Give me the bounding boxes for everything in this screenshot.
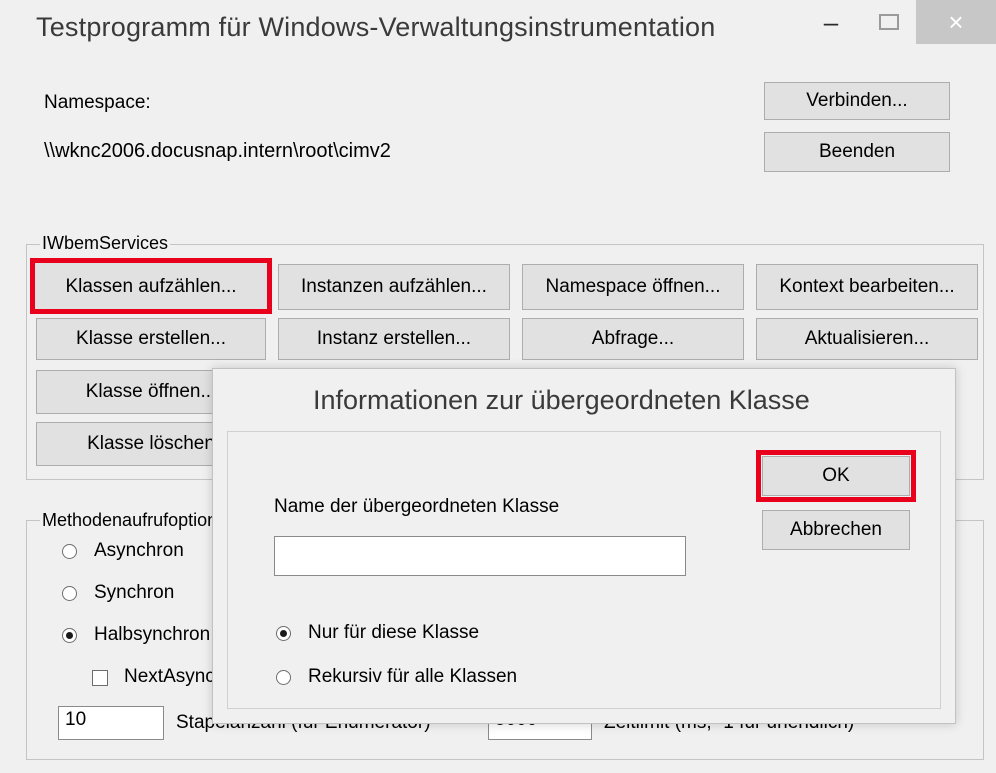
sync-radio[interactable] — [62, 586, 77, 601]
async-radio[interactable] — [62, 544, 77, 559]
sync-label: Synchron — [94, 582, 175, 603]
minimize-button[interactable]: – — [808, 0, 854, 44]
close-button[interactable]: × — [916, 0, 996, 44]
title-bar: Testprogramm für Windows-Verwaltungsinst… — [0, 0, 996, 66]
only-this-class-radio[interactable] — [276, 626, 291, 641]
window-title: Testprogramm für Windows-Verwaltungsinst… — [36, 12, 716, 42]
namespace-label: Namespace: — [44, 92, 151, 113]
enum-instances-button[interactable]: Instanzen aufzählen... — [278, 264, 510, 310]
dialog-content: Name der übergeordneten Klasse Nur für d… — [227, 431, 941, 709]
exit-button[interactable]: Beenden — [764, 132, 950, 172]
open-namespace-button[interactable]: Namespace öffnen... — [522, 264, 744, 310]
semisync-label: Halbsynchron — [94, 624, 211, 645]
batch-count-input[interactable]: 10 — [58, 706, 164, 740]
create-class-button[interactable]: Klasse erstellen... — [36, 318, 266, 360]
minimize-icon: – — [823, 6, 839, 37]
edit-context-button[interactable]: Kontext bearbeiten... — [756, 264, 978, 310]
iwbem-services-label: IWbemServices — [40, 233, 171, 254]
enum-classes-button[interactable]: Klassen aufzählen... — [34, 262, 268, 312]
recursive-label: Rekursiv für alle Klassen — [308, 666, 518, 687]
nextasync-label: NextAsync — [124, 666, 215, 687]
connect-button[interactable]: Verbinden... — [764, 82, 950, 120]
refresh-button[interactable]: Aktualisieren... — [756, 318, 978, 360]
cancel-button[interactable]: Abbrechen — [762, 510, 910, 550]
close-icon: × — [948, 6, 964, 37]
maximize-icon — [879, 14, 899, 30]
namespace-value: \\wknc2006.docusnap.intern\root\cimv2 — [44, 140, 391, 162]
method-options-label: Methodenaufrufoptionen — [40, 510, 240, 531]
nextasync-checkbox[interactable] — [92, 670, 108, 686]
async-label: Asynchron — [94, 540, 184, 561]
dialog-title: Informationen zur übergeordneten Klasse — [313, 385, 810, 415]
create-instance-button[interactable]: Instanz erstellen... — [278, 318, 510, 360]
query-button[interactable]: Abfrage... — [522, 318, 744, 360]
ok-button[interactable]: OK — [762, 456, 910, 496]
main-window: Testprogramm für Windows-Verwaltungsinst… — [0, 0, 996, 773]
only-this-class-label: Nur für diese Klasse — [308, 622, 480, 643]
semisync-radio[interactable] — [62, 628, 77, 643]
superclass-name-input[interactable] — [274, 536, 686, 576]
superclass-name-label: Name der übergeordneten Klasse — [274, 496, 560, 517]
recursive-radio[interactable] — [276, 670, 291, 685]
maximize-button[interactable] — [866, 0, 912, 44]
superclass-info-dialog: Informationen zur übergeordneten Klasse … — [212, 368, 956, 724]
